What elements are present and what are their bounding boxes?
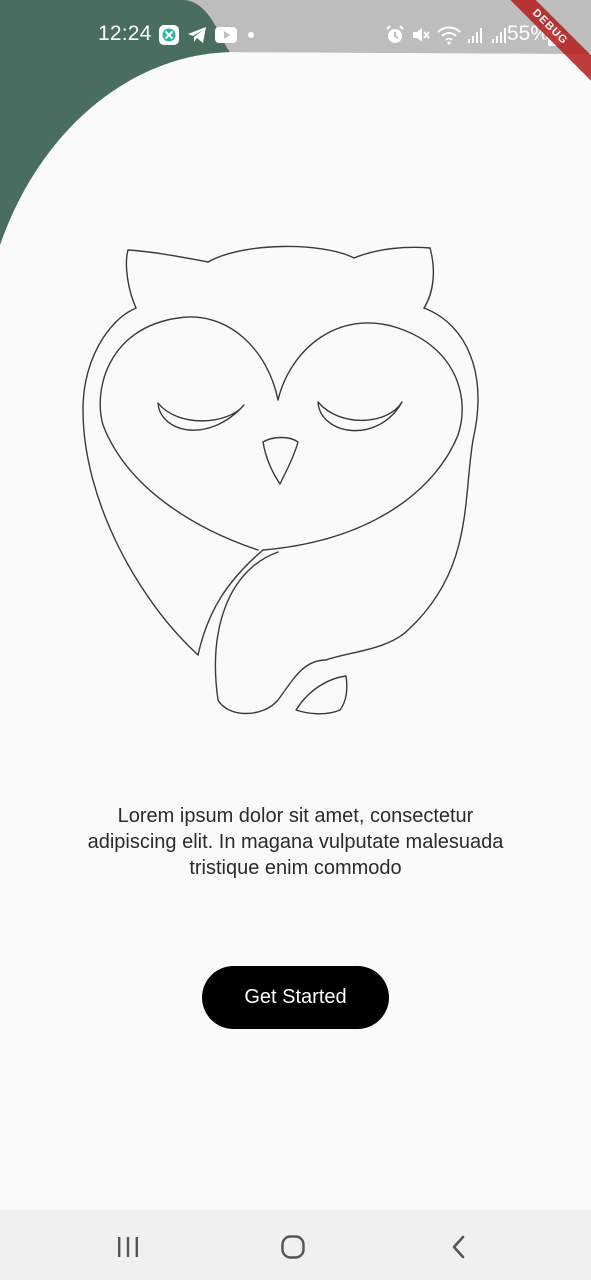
status-bar: 12:24 55% xyxy=(0,18,591,52)
alarm-icon xyxy=(384,24,406,46)
description-line: tristique enim commodo xyxy=(189,857,402,879)
signal-icon xyxy=(466,24,486,46)
dot-icon xyxy=(244,24,258,46)
description-line: Lorem ipsum dolor sit amet, consectetur xyxy=(117,805,474,827)
system-icons xyxy=(384,23,510,47)
recent-apps-icon[interactable] xyxy=(108,1232,148,1262)
system-navigation-bar xyxy=(0,1210,591,1280)
status-time: 12:24 xyxy=(98,22,152,45)
home-icon[interactable] xyxy=(273,1232,313,1262)
onboarding-description: Lorem ipsum dolor sit amet, consectetur … xyxy=(40,803,551,881)
mute-icon xyxy=(410,24,432,46)
back-icon[interactable] xyxy=(439,1232,479,1262)
description-line: adipiscing elit. In magana vulputate mal… xyxy=(87,831,504,853)
telegram-icon xyxy=(186,24,208,46)
messaging-app-icon xyxy=(158,24,180,46)
get-started-button[interactable]: Get Started xyxy=(202,966,389,1029)
wifi-icon xyxy=(436,24,462,46)
notification-icons xyxy=(158,23,258,47)
youtube-icon xyxy=(214,24,238,46)
sleeping-owl-illustration xyxy=(82,245,479,715)
